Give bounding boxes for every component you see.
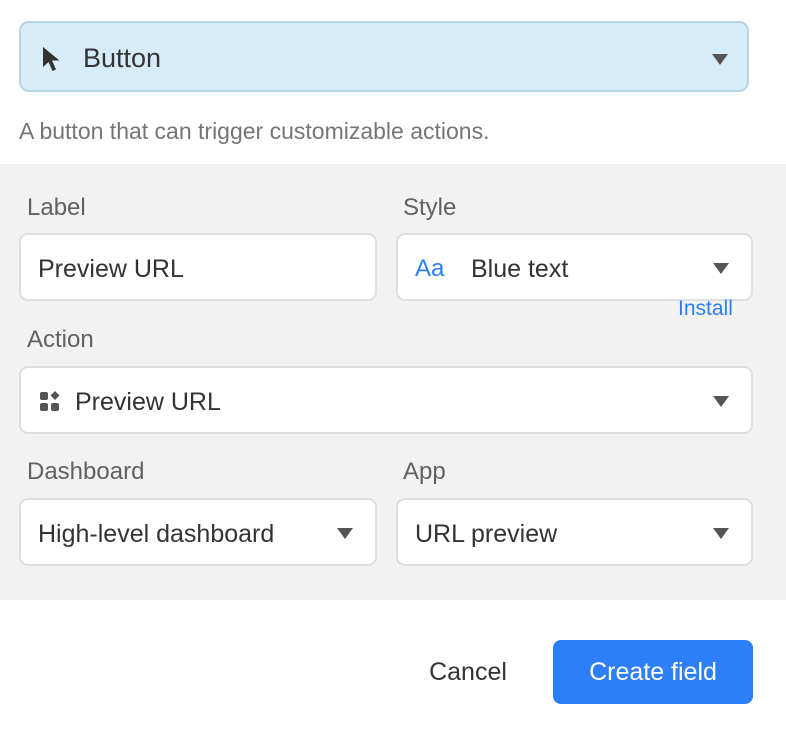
action-select[interactable]: Preview URL	[19, 366, 753, 434]
apps-icon	[40, 391, 60, 411]
label-field-label: Label	[27, 194, 86, 221]
create-field-dialog: Button A button that can trigger customi…	[0, 0, 786, 732]
chevron-down-icon	[713, 528, 729, 539]
style-select[interactable]: Aa Blue text	[396, 233, 753, 301]
app-field-label: App	[403, 458, 446, 485]
text-style-icon: Aa	[415, 255, 445, 282]
style-select-value: Blue text	[471, 255, 569, 283]
app-select[interactable]: URL preview	[396, 498, 753, 566]
label-input[interactable]: Preview URL	[19, 233, 377, 301]
chevron-down-icon	[713, 396, 729, 407]
dashboard-select-value: High-level dashboard	[38, 520, 275, 548]
label-input-value: Preview URL	[38, 255, 184, 283]
field-type-select[interactable]: Button	[19, 21, 749, 92]
style-field-label: Style	[403, 194, 457, 221]
chevron-down-icon	[337, 528, 353, 539]
field-type-label: Button	[83, 43, 162, 73]
chevron-down-icon	[713, 263, 729, 274]
chevron-down-icon	[712, 54, 728, 65]
action-select-value: Preview URL	[75, 388, 221, 416]
field-type-description: A button that can trigger customizable a…	[19, 118, 490, 144]
dashboard-select[interactable]: High-level dashboard	[19, 498, 377, 566]
app-select-value: URL preview	[415, 520, 558, 548]
cursor-arrow-icon	[43, 47, 60, 71]
action-field-label: Action	[27, 326, 94, 353]
create-field-button[interactable]: Create field	[553, 640, 753, 704]
install-link[interactable]: Install	[678, 296, 733, 322]
cancel-button[interactable]: Cancel	[412, 640, 524, 704]
dashboard-field-label: Dashboard	[27, 458, 145, 485]
